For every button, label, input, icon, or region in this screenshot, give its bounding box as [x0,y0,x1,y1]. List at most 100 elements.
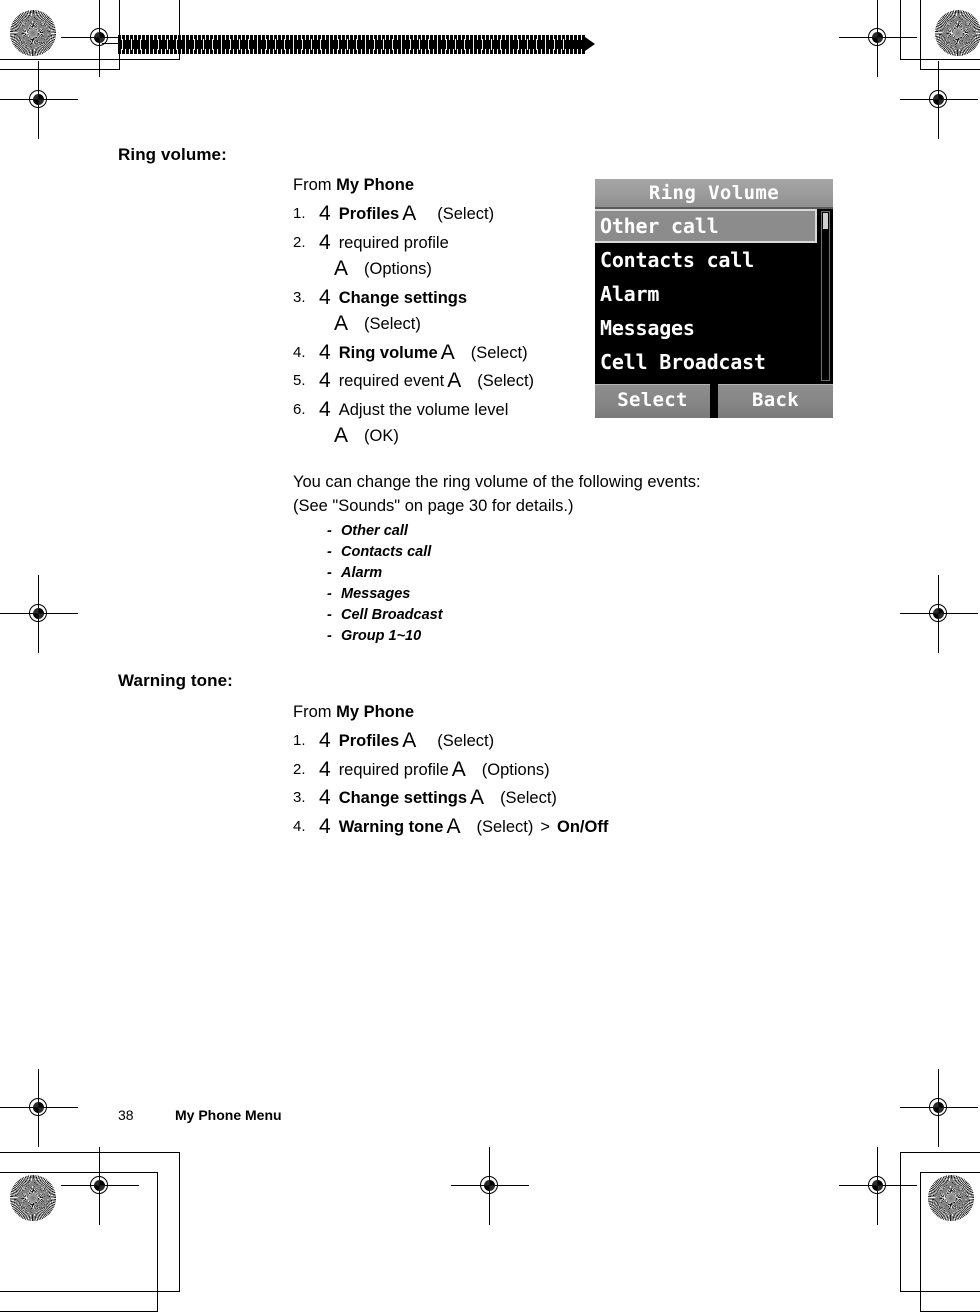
list-item: - Group 1~10 [327,626,443,647]
ring-volume-steps-block: From My Phone 1. 4 Profiles A (Select) 2. 4 re… [293,176,534,452]
step-action: (Select) [437,732,495,750]
step-label: Profiles [338,732,400,750]
step-action: (Options) [481,760,550,779]
step-item: 3. 4 Change settings A (Select) [293,285,534,338]
step-label: required event [338,372,445,390]
page-number: 38 [118,1107,134,1123]
phone-menu-item-cell-broadcast[interactable]: Cell Broadcast [595,345,833,379]
step-number: 1. [293,205,306,222]
phone-screen-title: Ring Volume [595,179,833,207]
bullet-dash: - [327,586,332,602]
step-number: 3. [293,789,306,806]
event-list: - Other call - Contacts call - Alarm - Messa… [327,521,443,647]
select-key-icon: A [402,729,417,752]
step-action: (Select) [476,817,534,836]
list-item: - Cell Broadcast [327,605,443,626]
step-item: 1. 4 Profiles A (Select) [293,728,608,755]
phone-menu-item-contacts-call[interactable]: Contacts call [595,243,833,277]
from-prefix: From [293,703,337,721]
nav-key-icon: 4 [319,786,331,809]
step-label: Change settings [338,288,468,307]
phone-screen-scrollbar[interactable] [821,211,830,381]
step-item: 5. 4 required event A (Select) [293,368,534,395]
step-action: (Select) [470,343,528,362]
select-key-icon: A [447,369,462,392]
phone-screen-softkey-bar: Select Back [595,384,833,418]
phone-menu-item-messages[interactable]: Messages [595,311,833,345]
step-label: required profile [338,760,449,779]
step-number: 4. [293,343,306,361]
from-line-ring-volume: From My Phone [293,176,534,195]
nav-key-icon: 4 [319,814,331,838]
step-item: 4. 4 Ring volume A (Select) [293,340,534,367]
event-label: Group 1~10 [341,628,422,644]
phone-menu-item-alarm[interactable]: Alarm [595,277,833,311]
description-line-1: You can change the ring volume of the fo… [293,473,701,491]
bullet-dash: - [327,544,332,560]
phone-softkey-select[interactable]: Select [595,384,710,418]
phone-screen-scrollbar-thumb[interactable] [823,213,828,229]
bullet-dash: - [327,628,332,644]
step-action: (Options) [364,260,432,278]
step-number: 5. [293,372,306,389]
phone-menu-item-other-call[interactable]: Other call [595,209,817,243]
step-number: 1. [293,732,306,749]
step-label: Adjust the volume level [338,400,509,419]
event-label: Alarm [341,565,383,581]
event-label: Messages [341,586,411,602]
step-item: 6. 4 Adjust the volume level A (OK) [293,397,534,450]
phone-screen-menu-list: Other call Contacts call Alarm Messages … [595,207,833,384]
select-key-icon: A [440,340,455,364]
list-item: - Contacts call [327,542,443,563]
step-suffix-separator: > [540,817,550,836]
select-key-icon: A [334,257,349,280]
list-item: - Other call [327,521,443,542]
from-line-warning-tone: From My Phone [293,703,608,722]
step-action: (Select) [477,372,535,390]
ring-volume-description: You can change the ring volume of the fo… [293,470,701,518]
bullet-dash: - [327,523,332,539]
from-target-my-phone: My Phone [336,176,415,194]
event-label: Other call [341,523,408,539]
step-item: 2. 4 required profile A (Options) [293,757,608,784]
select-key-icon: A [334,312,349,335]
nav-key-icon: 4 [319,729,331,752]
step-number: 2. [293,233,306,251]
nav-key-icon: 4 [319,285,331,309]
step-number: 4. [293,817,306,835]
step-label: Profiles [338,205,400,223]
nav-key-icon: 4 [319,340,331,364]
step-label: Ring volume [338,343,438,362]
step-number: 3. [293,288,306,306]
description-line-2: (See "Sounds" on page 30 for details.) [293,497,574,515]
step-action: (OK) [364,427,399,445]
step-action: (Select) [364,315,421,333]
select-key-icon: A [402,202,417,225]
step-action: (Select) [500,789,557,807]
list-item: - Messages [327,584,443,605]
from-target-my-phone: My Phone [336,703,415,721]
step-label: required profile [338,233,449,252]
step-suffix-value: On/Off [557,817,609,836]
nav-key-icon: 4 [319,397,331,421]
nav-key-icon: 4 [319,757,331,781]
step-list-ring-volume: 1. 4 Profiles A (Select) 2. 4 required profile… [293,201,534,450]
step-number: 2. [293,760,306,778]
section-heading-warning-tone: Warning tone: [118,671,233,690]
event-label: Cell Broadcast [341,607,443,623]
list-item: - Alarm [327,563,443,584]
step-label: Change settings [338,789,468,807]
nav-key-icon: 4 [319,202,331,225]
section-heading-ring-volume: Ring volume: [118,145,227,164]
event-label: Contacts call [341,544,432,560]
select-key-icon: A [451,757,466,781]
step-item: 3. 4 Change settings A (Select) [293,785,608,812]
step-item: 1. 4 Profiles A (Select) [293,201,534,228]
phone-screenshot-ring-volume: Ring Volume Other call Contacts call Ala… [595,179,833,418]
page-content: Ring volume: From My Phone 1. 4 Profiles A(… [0,0,980,1228]
phone-softkey-back[interactable]: Back [718,384,833,418]
nav-key-icon: 4 [319,230,331,254]
select-key-icon: A [470,786,485,809]
step-item: 4. 4 Warning tone A (Select) > On/Off [293,814,608,841]
footer-chapter-title: My Phone Menu [175,1107,282,1123]
